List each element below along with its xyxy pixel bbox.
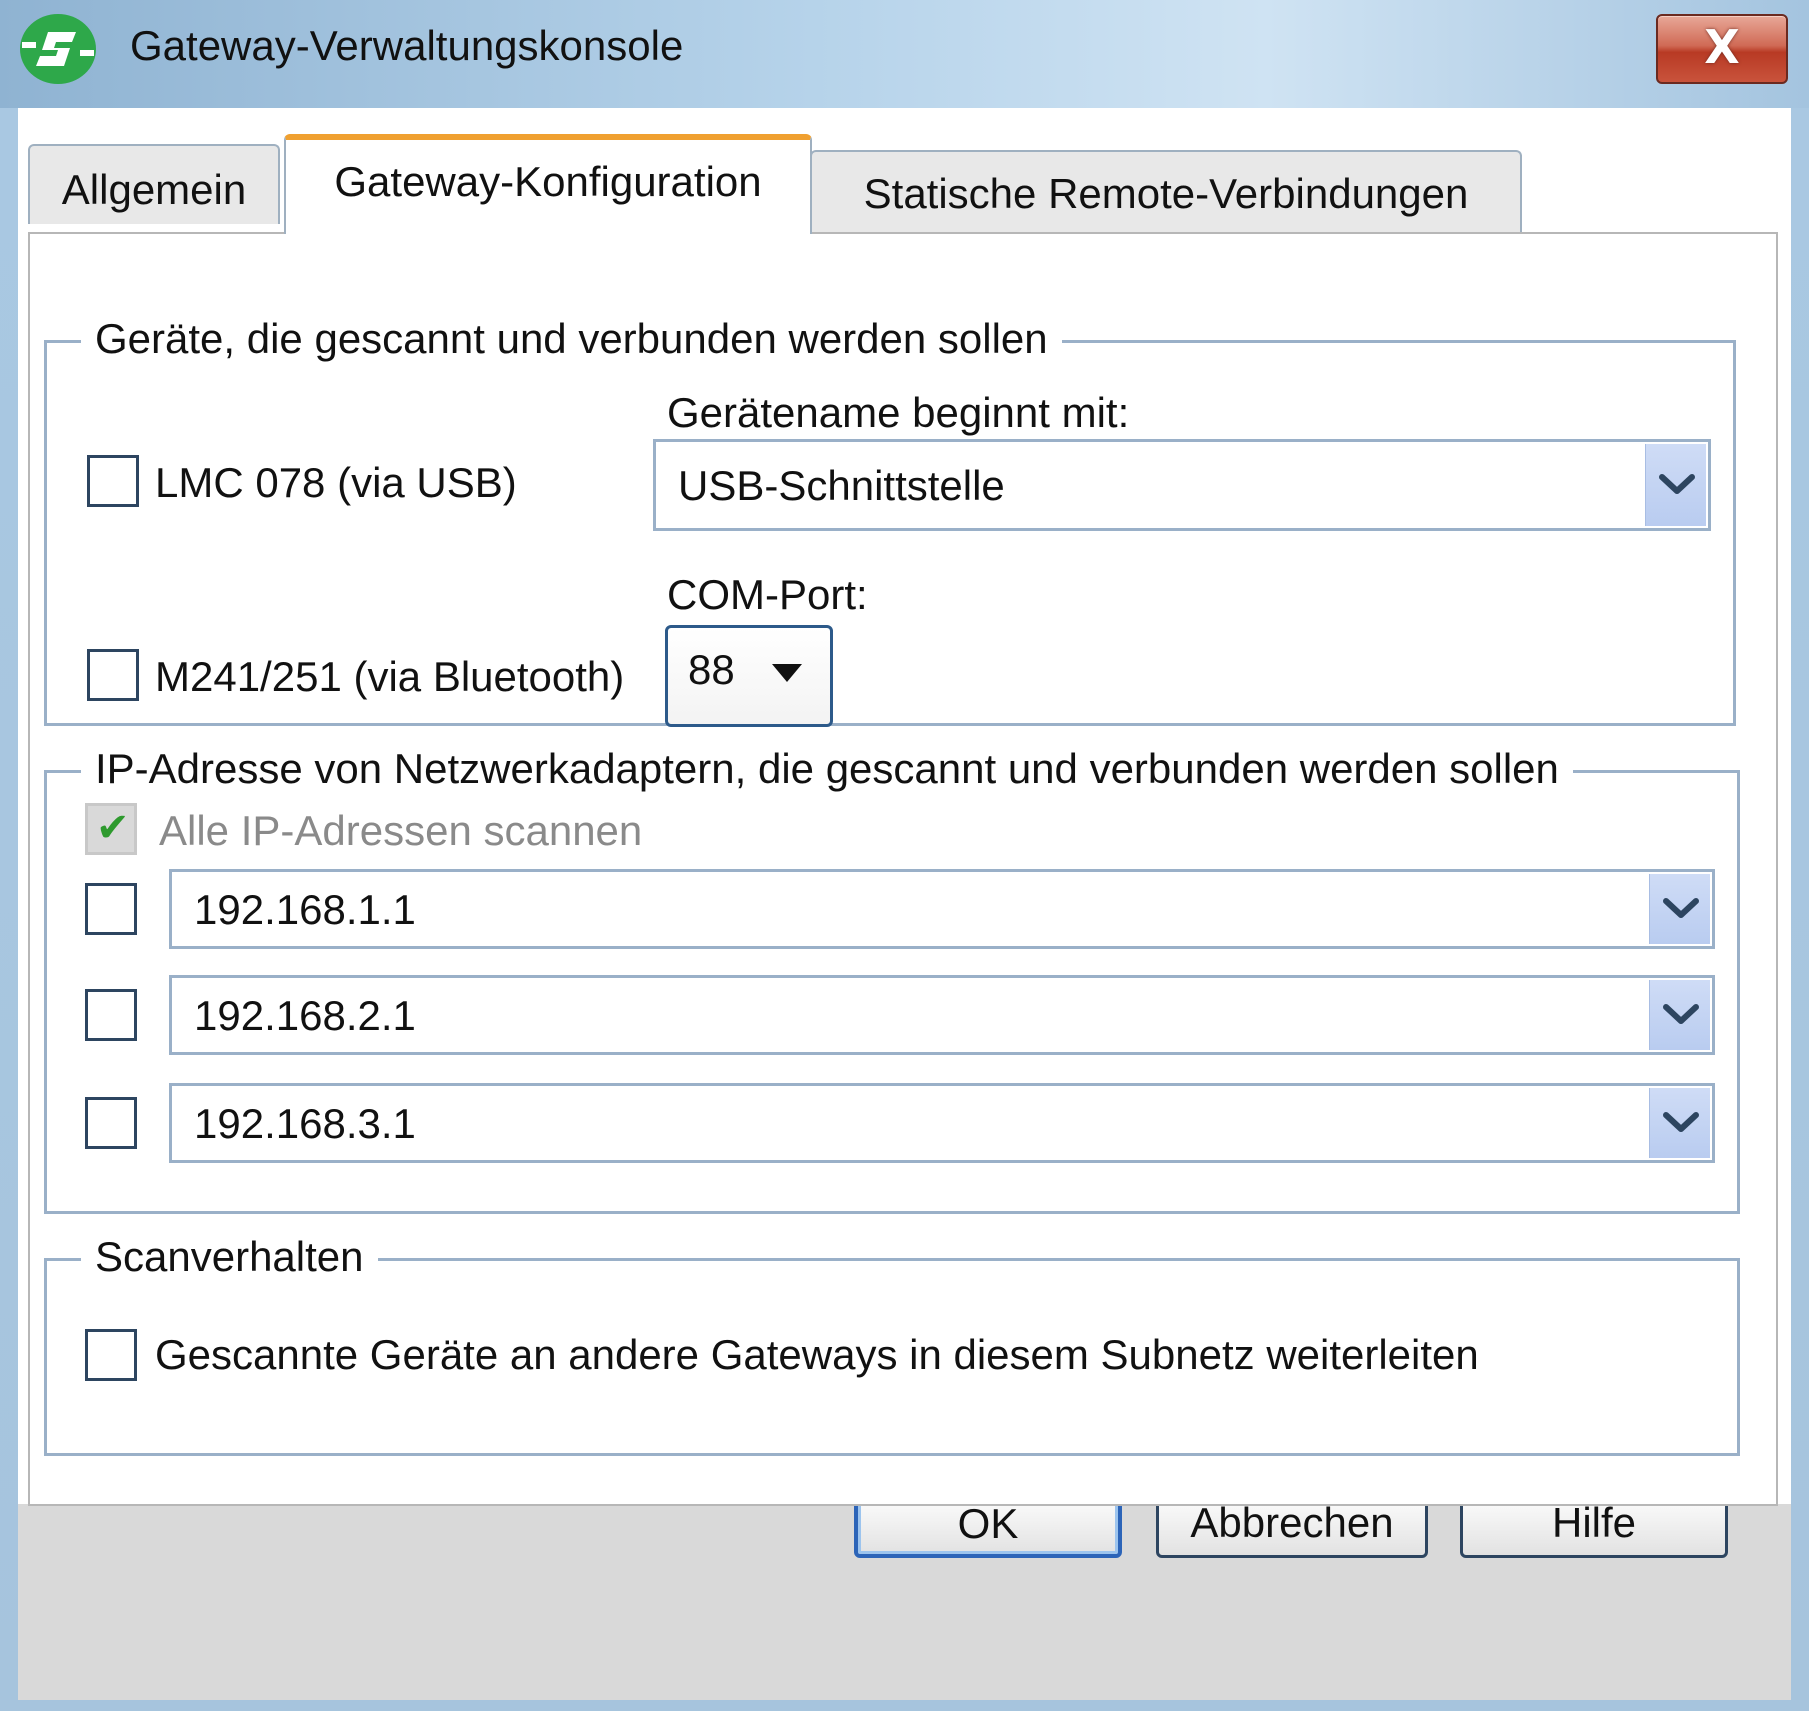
close-button[interactable]: X bbox=[1656, 14, 1788, 84]
scan-all-label: Alle IP-Adressen scannen bbox=[159, 807, 643, 854]
app-logo-icon bbox=[18, 12, 98, 86]
close-icon: X bbox=[1704, 20, 1740, 74]
device-name-value: USB-Schnittstelle bbox=[678, 462, 1005, 509]
tab-label: Allgemein bbox=[61, 166, 247, 213]
m241-label: M241/251 (via Bluetooth) bbox=[155, 653, 625, 700]
devices-group: Geräte, die gescannt und verbunden werde… bbox=[44, 315, 1736, 727]
tab-label: Gateway-Konfiguration bbox=[334, 158, 762, 205]
com-port-label: COM-Port: bbox=[667, 571, 868, 618]
adapter-2-combobox[interactable]: 192.168.2.1 bbox=[169, 975, 1715, 1055]
adapter-2-checkbox[interactable] bbox=[85, 989, 137, 1041]
adapter-1-combobox[interactable]: 192.168.1.1 bbox=[169, 869, 1715, 949]
devices-group-legend: Geräte, die gescannt und verbunden werde… bbox=[81, 315, 1062, 363]
scan-behaviour-group: Scanverhalten Gescannte Geräte an andere… bbox=[44, 1233, 1740, 1456]
adapter-3-combobox[interactable]: 192.168.3.1 bbox=[169, 1083, 1715, 1163]
triangle-down-icon bbox=[772, 664, 802, 682]
tab-panel-gateway-konfiguration: Geräte, die gescannt und verbunden werde… bbox=[28, 232, 1778, 1506]
ip-adapters-group: IP-Adresse von Netzwerkadaptern, die ges… bbox=[44, 745, 1740, 1214]
forward-checkbox[interactable] bbox=[85, 1329, 137, 1381]
cancel-button-label: Abbrechen bbox=[1190, 1499, 1394, 1546]
adapter-3-checkbox[interactable] bbox=[85, 1097, 137, 1149]
window-title: Gateway-Verwaltungskonsole bbox=[130, 22, 684, 69]
scan-behaviour-group-legend: Scanverhalten bbox=[81, 1233, 378, 1281]
checkmark-icon: ✔ bbox=[96, 805, 130, 851]
tab-label: Statische Remote-Verbindungen bbox=[863, 170, 1469, 217]
com-port-value: 88 bbox=[688, 646, 735, 693]
device-name-label: Gerätename beginnt mit: bbox=[667, 389, 1130, 436]
tab-gateway-konfiguration[interactable]: Gateway-Konfiguration bbox=[284, 134, 812, 234]
scan-all-checkbox[interactable]: ✔ bbox=[85, 803, 137, 855]
adapter-2-value: 192.168.2.1 bbox=[194, 992, 416, 1039]
lmc-checkbox[interactable] bbox=[87, 455, 139, 507]
device-name-combobox[interactable]: USB-Schnittstelle bbox=[653, 439, 1711, 531]
forward-label: Gescannte Geräte an andere Gateways in d… bbox=[155, 1331, 1479, 1378]
ok-button-label: OK bbox=[957, 1500, 1019, 1547]
dialog-client-area: Allgemein Gateway-Konfiguration Statisch… bbox=[18, 108, 1791, 1700]
adapter-1-value: 192.168.1.1 bbox=[194, 886, 416, 933]
ip-adapters-group-legend: IP-Adresse von Netzwerkadaptern, die ges… bbox=[81, 745, 1573, 793]
tab-allgemein[interactable]: Allgemein bbox=[28, 144, 280, 224]
adapter-1-checkbox[interactable] bbox=[85, 883, 137, 935]
dialog-window: Gateway-Verwaltungskonsole X Allgemein G… bbox=[0, 0, 1809, 1711]
adapter-3-value: 192.168.3.1 bbox=[194, 1100, 416, 1147]
chevron-down-icon[interactable] bbox=[1649, 980, 1710, 1050]
chevron-down-icon[interactable] bbox=[1649, 1088, 1710, 1158]
lmc-label: LMC 078 (via USB) bbox=[155, 459, 517, 506]
title-bar[interactable]: Gateway-Verwaltungskonsole X bbox=[0, 0, 1809, 108]
tab-statische-remote-verbindungen[interactable]: Statische Remote-Verbindungen bbox=[810, 150, 1522, 234]
chevron-down-icon[interactable] bbox=[1649, 874, 1710, 944]
help-button-label: Hilfe bbox=[1551, 1499, 1637, 1546]
chevron-down-icon[interactable] bbox=[1645, 444, 1706, 526]
m241-checkbox[interactable] bbox=[87, 649, 139, 701]
com-port-select[interactable]: 88 bbox=[665, 625, 833, 727]
